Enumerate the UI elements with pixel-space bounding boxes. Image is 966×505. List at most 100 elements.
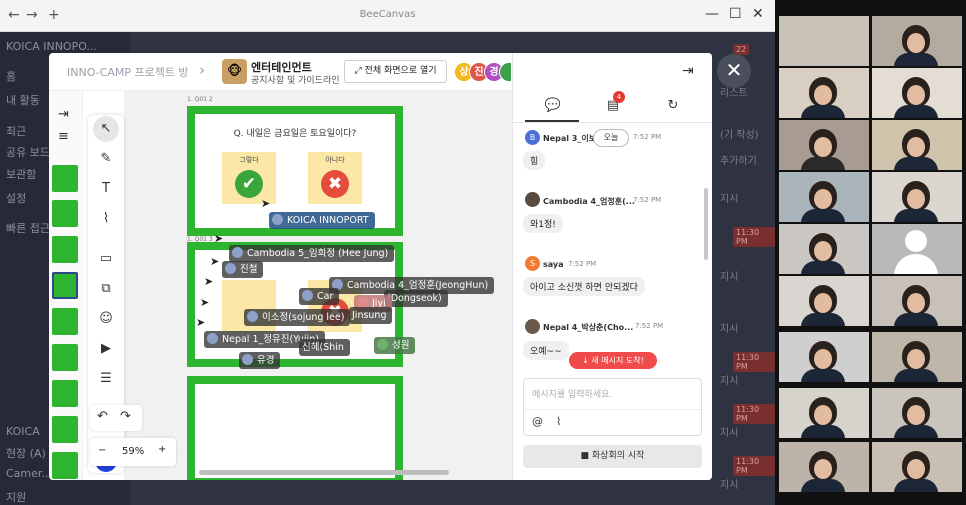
participant-video[interactable] — [779, 388, 869, 438]
message-time: 7:52 PM — [633, 133, 662, 141]
page-thumbnail[interactable] — [52, 416, 78, 443]
sidebar-item-home[interactable]: 홈 — [6, 68, 16, 84]
sidebar-item-support[interactable]: 지원 — [6, 489, 26, 505]
page-thumbnail[interactable] — [52, 380, 78, 407]
sticky-note-no[interactable]: 아니다 ✖ — [308, 152, 362, 204]
video-tool-icon[interactable]: ▶ — [97, 341, 115, 356]
shape-tool-icon[interactable]: ⧉ — [97, 281, 115, 296]
mention-icon[interactable]: @ — [532, 415, 543, 428]
board-page[interactable] — [187, 376, 403, 480]
horizontal-scrollbar[interactable] — [199, 470, 449, 475]
participant-video[interactable] — [872, 120, 962, 170]
history-tab-icon[interactable]: ↻ — [663, 98, 683, 113]
collapse-panel-icon[interactable]: ⇥ — [682, 63, 694, 79]
page-thumbnail[interactable] — [52, 308, 78, 335]
expand-panel-icon[interactable]: ⇥ — [58, 107, 69, 122]
breadcrumb[interactable]: INNO-CAMP 프로젝트 방 — [67, 64, 189, 80]
page-thumbnail[interactable] — [52, 200, 78, 227]
attach-tool-icon[interactable]: ⌇ — [97, 211, 115, 226]
page-thumbnail[interactable] — [52, 165, 78, 192]
zoom-out-button[interactable]: − — [98, 445, 106, 456]
undo-redo-bar: ↶ ↷ — [90, 405, 142, 431]
fullscreen-button[interactable]: ⤢ 전체 화면으로 열기 — [344, 60, 447, 83]
cursor-label: 유경 — [239, 352, 281, 369]
notes-tab-icon[interactable]: ▤ 4 — [603, 91, 625, 113]
pen-tool-icon[interactable]: ✎ — [97, 151, 115, 166]
zoom-in-button[interactable]: + — [158, 444, 166, 455]
participant-avatar[interactable] — [499, 62, 512, 82]
participant-video[interactable] — [779, 68, 869, 118]
menu-icon[interactable]: ≡ — [58, 129, 69, 144]
new-message-button[interactable]: ↓ 새 메시지 도착! — [569, 352, 657, 369]
user-silhouette-icon — [905, 230, 927, 252]
time-badge: 11:30 PM — [733, 404, 775, 424]
page-thumbnail[interactable] — [52, 236, 78, 263]
text-tool-icon[interactable]: T — [97, 181, 115, 196]
sidebar-item-archive[interactable]: 보관함 — [6, 166, 36, 182]
participant-video[interactable] — [872, 442, 962, 492]
cursor-icon: ➤ — [204, 275, 214, 288]
sidebar-item-settings[interactable]: 설정 — [6, 190, 26, 206]
sticky-note-tool-icon[interactable]: ▭ — [97, 251, 115, 266]
modal-header: INNO-CAMP 프로젝트 방 › 🐵 엔터테인먼트 공지사항 및 가이드라인… — [49, 53, 512, 91]
sidebar-item-recent[interactable]: 최근 — [6, 123, 26, 139]
modal-close-button[interactable]: ✕ — [717, 54, 751, 88]
bg-item: (기 작성) — [720, 130, 759, 141]
participant-video[interactable] — [779, 442, 869, 492]
participant-video[interactable] — [872, 68, 962, 118]
chat-scrollbar[interactable] — [704, 188, 708, 260]
chat-tab-icon[interactable]: 💬 — [543, 98, 563, 113]
sidebar-item-quick[interactable]: 빠른 접근 — [6, 220, 50, 236]
participant-placeholder[interactable] — [872, 224, 962, 274]
page-list-panel: ⇥ ≡ — [49, 91, 83, 480]
sidebar-item-workspace[interactable]: KOICA INNOPO... — [6, 40, 97, 53]
message-time: 7:52 PM — [633, 196, 662, 204]
participant-video[interactable] — [779, 276, 869, 326]
sidebar-item-koica[interactable]: KOICA — [6, 425, 40, 438]
cursor-icon: ➤ — [200, 296, 210, 309]
message-bubble: 와1정! — [523, 214, 563, 233]
zoom-control: − 59% + — [90, 438, 176, 466]
cursor-icon: ➤ — [210, 255, 220, 268]
page-thumbnail-active[interactable] — [52, 272, 78, 299]
participant-video[interactable] — [779, 172, 869, 222]
sticker-tool-icon[interactable]: ☺ — [97, 311, 115, 326]
zoom-level[interactable]: 59% — [122, 446, 144, 457]
undo-icon[interactable]: ↶ — [97, 409, 108, 424]
cursor-label: Car — [299, 288, 340, 305]
maximize-button[interactable]: ☐ — [729, 6, 742, 22]
participant-video[interactable] — [779, 332, 869, 382]
comment-tool-icon[interactable]: ☰ — [97, 371, 115, 386]
message-time: 7:52 PM — [635, 322, 664, 330]
page-tag: 1. Q01 2 — [187, 96, 213, 103]
cursor-icon: ➤ — [261, 197, 271, 210]
participant-video[interactable] — [779, 224, 869, 274]
participant-video[interactable] — [872, 16, 962, 66]
board-subtitle: 공지사항 및 가이드라인 — [251, 76, 340, 86]
minimize-button[interactable]: — — [705, 6, 719, 22]
cursor-label: Cambodia 5_임희정 (Hee Jung) — [229, 245, 395, 262]
participant-video[interactable] — [779, 16, 869, 66]
sidebar-item-activity[interactable]: 내 활동 — [6, 92, 40, 108]
participant-video[interactable] — [872, 276, 962, 326]
sidebar-item-field[interactable]: 현장 (A) — [6, 445, 46, 461]
attach-icon[interactable]: ⌇ — [556, 415, 561, 428]
page-thumbnail[interactable] — [52, 344, 78, 371]
cursor-label: (Dongseok) — [384, 290, 448, 307]
bg-item: 지시 — [720, 376, 739, 387]
message-input[interactable]: 메시지를 입력하세요. @ ⌇ — [523, 378, 702, 436]
sidebar-item-shared[interactable]: 공유 보드 — [6, 144, 50, 160]
redo-icon[interactable]: ↷ — [120, 409, 131, 424]
start-video-meeting-button[interactable]: ■ 화상회의 시작 — [523, 445, 702, 468]
select-tool-icon[interactable]: ↖ — [97, 121, 115, 136]
whiteboard-canvas[interactable]: 1. Q01 2 Q. 내일은 금요일은 토요일이다? 그렇다 ✔ 아니다 ✖ … — [124, 91, 512, 480]
page-thumbnail[interactable] — [52, 452, 78, 479]
avatar — [525, 192, 540, 207]
participant-video[interactable] — [872, 172, 962, 222]
window-close-button[interactable]: ✕ — [752, 6, 764, 22]
sidebar-item-camera[interactable]: Camer... — [6, 467, 52, 480]
participant-video[interactable] — [872, 388, 962, 438]
participant-video[interactable] — [872, 332, 962, 382]
participant-video[interactable] — [779, 120, 869, 170]
bg-item: 지시 — [720, 272, 739, 283]
